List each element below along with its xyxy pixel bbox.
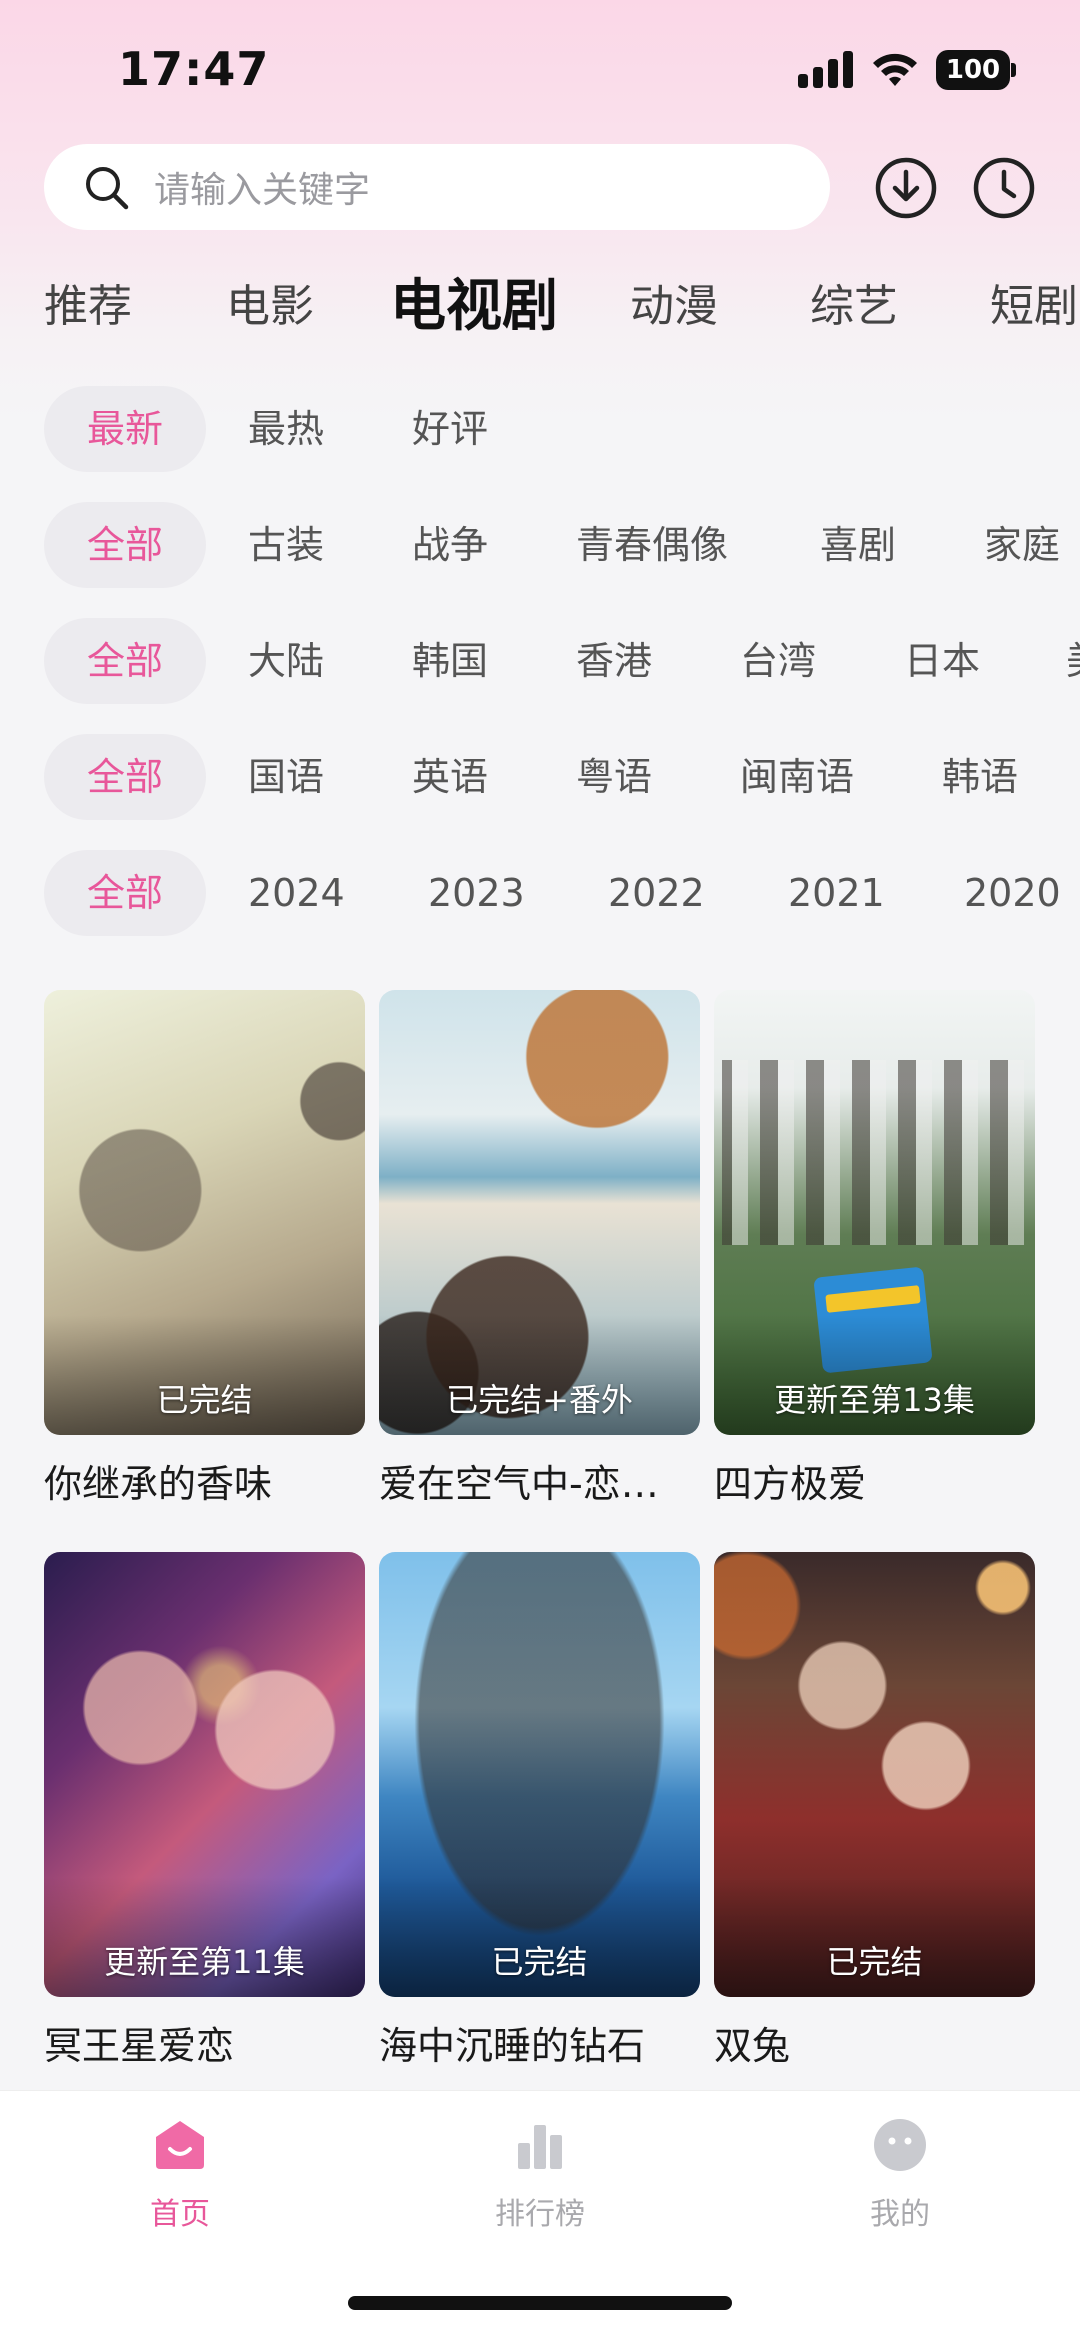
status-bar: 17:47 100 [0,0,1080,140]
tab-anime[interactable]: 动漫 [630,262,718,352]
nav-profile[interactable]: 我的 [800,2115,1000,2233]
filter-language-mandarin[interactable]: 国语 [248,734,324,820]
tab-recommend[interactable]: 推荐 [44,262,132,352]
drama-title: 四方极爱 [714,1462,867,1506]
poster-image: 已完结 [44,990,365,1435]
filter-region-hongkong[interactable]: 香港 [576,618,652,704]
battery-icon: 100 [936,50,1016,90]
filter-sort-hottest[interactable]: 最热 [248,386,324,472]
drama-title: 爱在空气中-恋… [379,1462,659,1506]
filter-region-korea[interactable]: 韩国 [412,618,488,704]
filter-row-genre: 全部 古装 战争 青春偶像 喜剧 家庭 [0,502,1080,588]
episode-status-badge: 已完结+番外 [446,1381,633,1419]
filter-language-cantonese[interactable]: 粤语 [576,734,652,820]
filter-genre-family[interactable]: 家庭 [984,502,1060,588]
nav-home[interactable]: 首页 [80,2115,280,2233]
search-icon [86,167,129,210]
episode-status-badge: 已完结 [826,1943,923,1981]
drama-title: 冥王星爱恋 [44,2024,235,2068]
history-clock-icon[interactable] [972,156,1036,220]
filter-region-usa[interactable]: 美 [1066,618,1080,704]
filter-row-region: 全部 大陆 韩国 香港 台湾 日本 美 [0,618,1080,704]
drama-card[interactable]: 更新至第11集 冥王星爱恋 [44,1552,365,2070]
status-time: 17:47 [118,42,270,96]
tab-short-drama[interactable]: 短剧 [990,262,1078,352]
drama-title: 海中沉睡的钻石 [379,2024,646,2068]
search-input[interactable]: 请输入关键字 [44,144,830,230]
nav-label-profile: 我的 [870,2197,930,2232]
filter-region-japan[interactable]: 日本 [904,618,980,704]
search-placeholder: 请输入关键字 [154,170,371,211]
filter-genre-war[interactable]: 战争 [412,502,488,588]
filter-language-korean[interactable]: 韩语 [942,734,1018,820]
drama-card[interactable]: 已完结+番外 爱在空气中-恋… [379,990,700,1508]
filter-language-english[interactable]: 英语 [412,734,488,820]
filter-genre-all[interactable]: 全部 [44,502,206,588]
filter-year-2021[interactable]: 2021 [788,850,885,936]
poster-image: 更新至第11集 [44,1552,365,1997]
filter-year-all[interactable]: 全部 [44,850,206,936]
download-icon[interactable] [874,156,938,220]
filter-genre-costume[interactable]: 古装 [248,502,324,588]
filter-sort-latest[interactable]: 最新 [44,386,206,472]
tab-tv-series[interactable]: 电视剧 [390,262,558,352]
filter-region-all[interactable]: 全部 [44,618,206,704]
status-icons: 100 [798,48,1016,92]
filter-year-2022[interactable]: 2022 [608,850,705,936]
tab-movie[interactable]: 电影 [226,262,314,352]
filter-language-all[interactable]: 全部 [44,734,206,820]
filter-row-language: 全部 国语 英语 粤语 闽南语 韩语 [0,734,1080,820]
tab-variety[interactable]: 综艺 [810,262,898,352]
filter-region-mainland[interactable]: 大陆 [248,618,324,704]
category-tabs: 推荐 电影 电视剧 动漫 综艺 短剧 [0,262,1080,352]
filter-year-2020[interactable]: 2020 [964,850,1061,936]
filter-sort-top-rated[interactable]: 好评 [412,386,488,472]
episode-status-badge: 已完结 [156,1381,253,1419]
filter-language-minnan[interactable]: 闽南语 [740,734,854,820]
app-screen: 17:47 100 请输入关键字 推荐 电影 电视剧 动漫 综艺 短剧 最新 最… [0,0,1080,2337]
episode-status-badge: 更新至第13集 [774,1381,975,1419]
home-icon [156,2121,204,2169]
episode-status-badge: 已完结 [491,1943,588,1981]
drama-card[interactable]: 已完结 海中沉睡的钻石 [379,1552,700,2070]
poster-image: 已完结+番外 [379,990,700,1435]
filter-year-2023[interactable]: 2023 [428,850,525,936]
signal-icon [798,50,854,90]
ranking-icon [518,2125,562,2169]
drama-card[interactable]: 更新至第13集 四方极爱 [714,990,1035,1508]
filter-genre-comedy[interactable]: 喜剧 [820,502,896,588]
wifi-icon [873,53,917,86]
drama-title: 你继承的香味 [44,1462,273,1506]
filter-genre-youth-idol[interactable]: 青春偶像 [576,502,728,588]
filter-year-2024[interactable]: 2024 [248,850,345,936]
nav-label-ranking: 排行榜 [495,2197,585,2232]
drama-card[interactable]: 已完结 双兔 [714,1552,1035,2070]
filter-row-year: 全部 2024 2023 2022 2021 2020 [0,850,1080,936]
nav-label-home: 首页 [150,2197,210,2232]
drama-card[interactable]: 已完结 你继承的香味 [44,990,365,1508]
poster-image: 已完结 [379,1552,700,1997]
profile-icon [874,2119,926,2171]
nav-ranking[interactable]: 排行榜 [440,2115,640,2233]
home-indicator[interactable] [348,2296,732,2310]
drama-title: 双兔 [714,2024,791,2068]
episode-status-badge: 更新至第11集 [104,1943,305,1981]
poster-image: 更新至第13集 [714,990,1035,1435]
poster-image: 已完结 [714,1552,1035,1997]
filter-region-taiwan[interactable]: 台湾 [740,618,816,704]
filter-row-sort: 最新 最热 好评 [0,386,1080,472]
